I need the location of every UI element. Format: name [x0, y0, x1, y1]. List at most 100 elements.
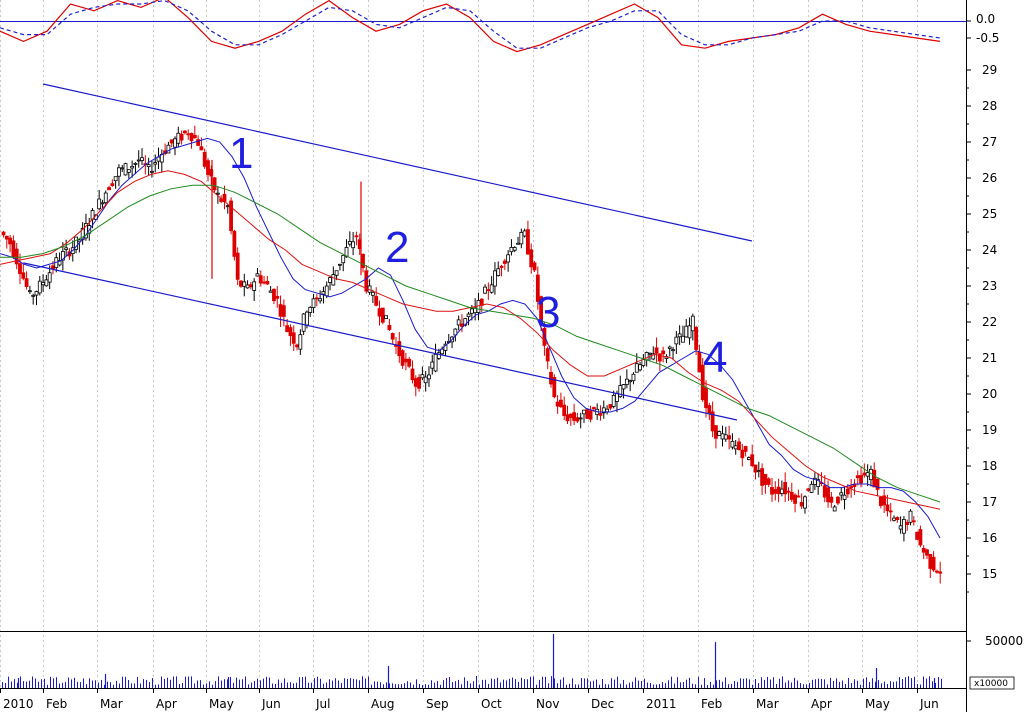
candle-body: [859, 475, 863, 484]
candle-body: [456, 319, 461, 326]
candle-body: [931, 556, 936, 571]
candle-body: [588, 410, 593, 420]
price-tick-label: 22: [982, 315, 997, 329]
price-tick-label: 28: [982, 99, 997, 113]
price-tick-label: 24: [982, 243, 997, 257]
candle-body: [133, 162, 138, 165]
candle-body: [502, 260, 507, 264]
candle-body: [11, 240, 16, 257]
candle-body: [275, 296, 280, 299]
candle-body: [176, 132, 181, 144]
candle-body: [24, 278, 29, 287]
candle-body: [295, 344, 299, 348]
candle-body: [384, 315, 388, 319]
candle-body: [608, 404, 613, 409]
candle-body: [634, 363, 639, 373]
candle-body: [549, 371, 553, 385]
candle-body: [522, 230, 527, 237]
price-tick-label: 21: [982, 351, 997, 365]
chart-canvas: 1234 0.0-0.52928272625242322212019181716…: [0, 0, 1029, 712]
candle-body: [21, 272, 26, 279]
candle-body: [189, 132, 194, 142]
candle-body: [123, 163, 128, 176]
candle-body: [387, 325, 392, 330]
candle-body: [526, 229, 530, 255]
candle-body: [347, 241, 352, 245]
candle-body: [756, 470, 761, 472]
candle-body: [885, 504, 890, 512]
candle-body: [311, 298, 316, 308]
candle-body: [740, 449, 745, 459]
month-label: Jun: [261, 697, 281, 711]
wave-label: 3: [536, 288, 560, 337]
candle-body: [400, 350, 405, 366]
candle-body: [921, 547, 926, 553]
candle-body: [512, 247, 517, 251]
wave-label: 1: [229, 129, 253, 178]
candle-body: [420, 374, 425, 379]
candle-body: [862, 472, 867, 476]
candle-body: [258, 275, 263, 284]
osc-tick-label: 0.0: [976, 12, 995, 26]
candle-body: [717, 431, 722, 436]
month-label: Sep: [426, 697, 449, 711]
month-label: Jul: [315, 697, 330, 711]
candle-body: [796, 495, 801, 498]
month-label: Nov: [536, 697, 559, 711]
candle-body: [611, 394, 616, 407]
candle-body: [324, 285, 329, 297]
candle-body: [822, 485, 827, 498]
candle-body: [390, 333, 395, 340]
candle-body: [855, 475, 860, 479]
candle-body: [615, 393, 619, 402]
candle-body: [747, 457, 751, 460]
candle-body: [568, 413, 573, 418]
candle-body: [433, 353, 438, 372]
price-tick-label: 26: [982, 171, 997, 185]
candle-body: [694, 327, 699, 350]
candle-body: [628, 380, 633, 383]
candle-body: [779, 488, 784, 494]
candle-body: [64, 247, 69, 250]
candle-body: [179, 133, 184, 141]
candle-body: [417, 377, 421, 389]
month-label: Mar: [756, 697, 779, 711]
candle-body: [242, 281, 247, 287]
candle-body: [763, 473, 768, 485]
candle-body: [545, 348, 550, 362]
candle-body: [334, 270, 339, 276]
candle-body: [918, 529, 923, 546]
candle-body: [239, 280, 243, 287]
candle-body: [783, 482, 788, 495]
candle-body: [173, 138, 177, 148]
candle-body: [641, 359, 646, 366]
candle-body: [638, 364, 642, 371]
candle-body: [298, 334, 303, 350]
candle-body: [707, 405, 712, 415]
candle-body: [516, 242, 520, 245]
price-tick-label: 23: [982, 279, 997, 293]
candle-body: [829, 496, 834, 503]
candle-body: [895, 517, 900, 521]
candle-body: [799, 502, 804, 507]
candle-body: [529, 249, 534, 268]
candle-body: [380, 307, 385, 323]
volume-tick-label: 50000: [985, 634, 1023, 648]
candle-body: [714, 425, 718, 439]
candle-body: [403, 358, 408, 363]
candle-body: [301, 313, 306, 332]
candle-body: [255, 273, 260, 277]
candle-body: [202, 151, 207, 167]
candle-body: [489, 284, 494, 293]
candle-body: [215, 192, 220, 195]
candle-body: [687, 325, 692, 339]
candle-body: [839, 492, 844, 496]
candle-body: [723, 434, 728, 440]
candle-body: [34, 291, 39, 296]
candle-body: [562, 404, 567, 416]
candle-body: [469, 308, 474, 314]
wave-label: 2: [385, 223, 409, 272]
candle-body: [252, 281, 257, 291]
candle-body: [113, 176, 118, 182]
candle-body: [559, 399, 563, 408]
